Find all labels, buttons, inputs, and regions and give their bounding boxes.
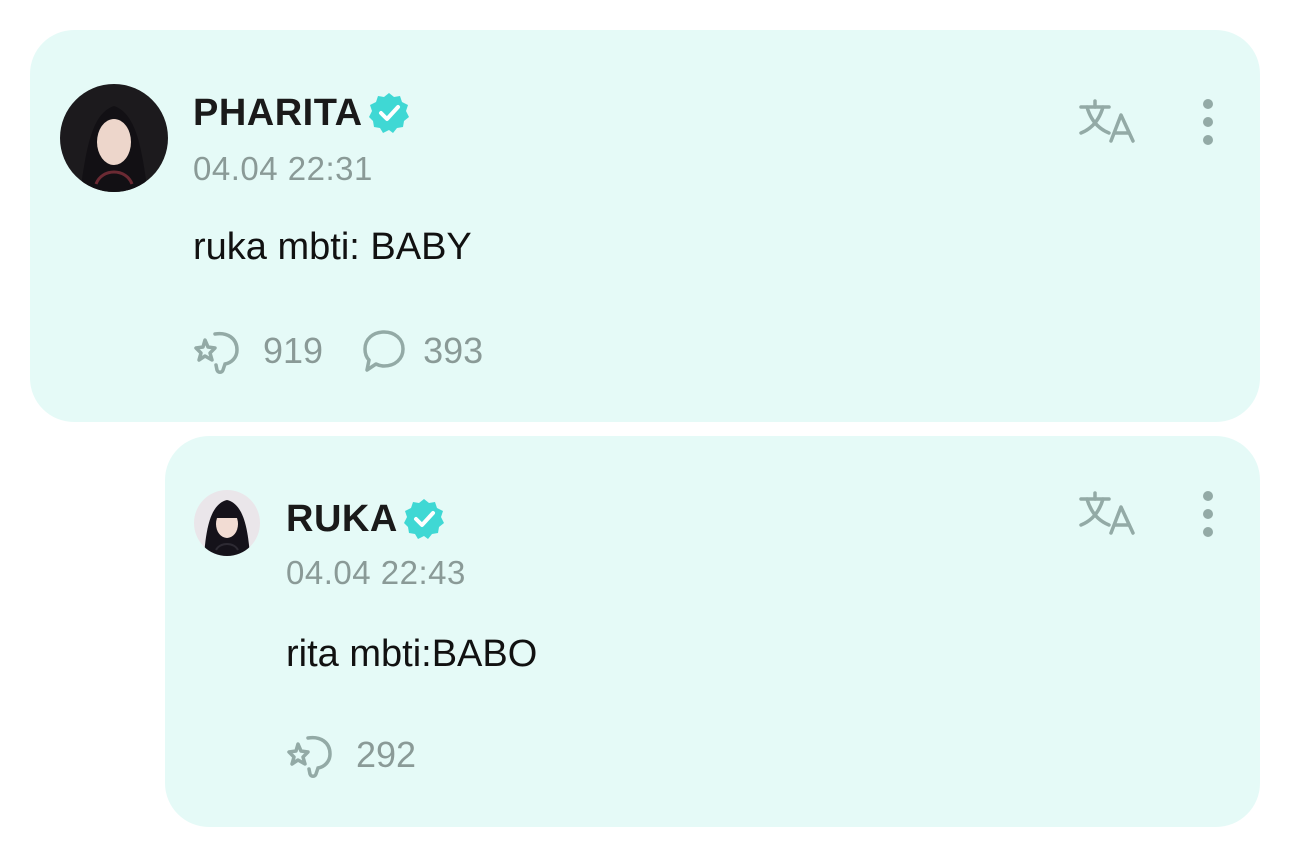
more-vertical-icon [1203, 99, 1213, 145]
reaction-count: 292 [356, 734, 417, 775]
reply-timestamp: 04.04 22:43 [286, 554, 466, 591]
translate-button[interactable] [1076, 488, 1138, 538]
reply-stats: 292 [286, 732, 454, 778]
author-row: RUKA [286, 494, 446, 544]
verified-badge-icon [402, 497, 446, 541]
post-stats: 919 393 [193, 328, 521, 374]
reply-text: rita mbti:BABO [286, 633, 538, 675]
translate-icon [1079, 99, 1135, 143]
reaction-button[interactable]: 919 [193, 328, 323, 374]
more-vertical-icon [1203, 491, 1213, 537]
reaction-button[interactable]: 292 [286, 732, 416, 778]
avatar[interactable] [60, 84, 168, 192]
reaction-count: 919 [263, 330, 324, 371]
reply-card[interactable]: RUKA 04.04 22:43 rita mbti:BABO 292 [165, 436, 1260, 827]
author-name[interactable]: RUKA [286, 494, 398, 544]
post-timestamp: 04.04 22:31 [193, 150, 373, 187]
translate-icon [1079, 491, 1135, 535]
author-row: PHARITA [193, 88, 411, 138]
author-name[interactable]: PHARITA [193, 88, 363, 138]
post-text: ruka mbti: BABY [193, 226, 472, 268]
more-options-button[interactable] [1193, 484, 1223, 544]
comment-icon [361, 328, 407, 374]
comment-button[interactable]: 393 [361, 328, 483, 374]
avatar[interactable] [194, 490, 260, 556]
more-options-button[interactable] [1193, 92, 1223, 152]
comment-count: 393 [423, 330, 484, 371]
post-card[interactable]: PHARITA 04.04 22:31 ruka mbti: BABY 919 [30, 30, 1260, 422]
translate-button[interactable] [1076, 96, 1138, 146]
verified-badge-icon [367, 91, 411, 135]
reaction-icon [286, 732, 340, 778]
reaction-icon [193, 328, 247, 374]
